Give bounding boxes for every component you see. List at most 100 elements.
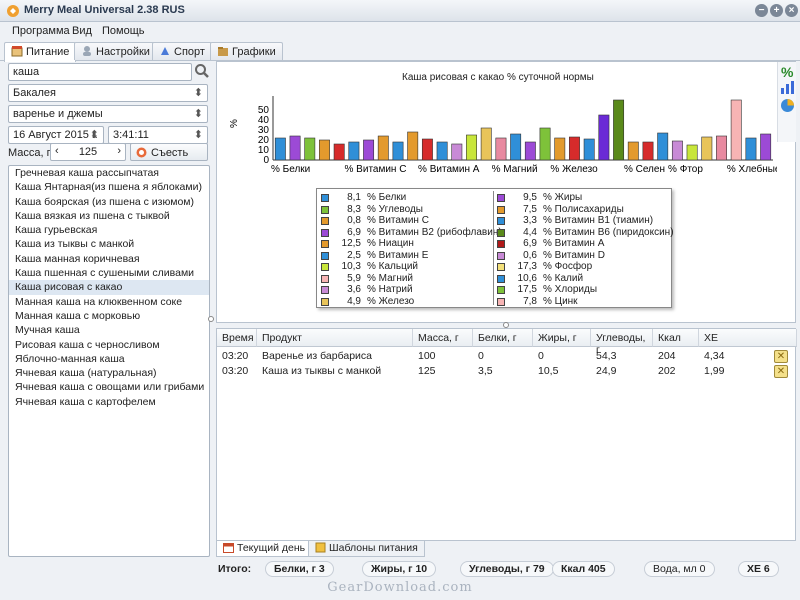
table-row[interactable]: 03:20 Варенье из барбариса 100 0 0 54,3 204 4,3… bbox=[217, 349, 795, 364]
watermark: GearDownload.com bbox=[0, 580, 800, 600]
chart-bar bbox=[289, 135, 301, 161]
decrement-icon[interactable]: ‹ bbox=[55, 145, 59, 157]
x-tick-label: % Фтор bbox=[668, 164, 703, 175]
food-list-item[interactable]: Каша из тыквы с манкой bbox=[9, 237, 209, 251]
column-header[interactable]: Углеводы, г bbox=[591, 329, 653, 356]
total-xe: ХЕ 6 bbox=[738, 561, 779, 577]
eat-icon bbox=[136, 147, 147, 158]
subcategory-select[interactable]: варенье и джемы bbox=[8, 105, 208, 123]
x-tick-label: % Витамин С bbox=[345, 164, 407, 175]
column-header[interactable]: ХЕ bbox=[699, 329, 797, 347]
charts-icon bbox=[218, 47, 228, 56]
column-header[interactable]: Время bbox=[217, 329, 257, 347]
date-picker[interactable]: 16 Август 2015 г. bbox=[8, 126, 104, 144]
table-row[interactable]: 03:20 Каша из тыквы с манкой 125 3,5 10,5 24,… bbox=[217, 364, 795, 379]
food-list-item[interactable]: Каша пшенная с сушеными сливами bbox=[9, 266, 209, 280]
vertical-splitter-handle[interactable] bbox=[208, 316, 214, 322]
tab-charts[interactable]: Графики bbox=[210, 42, 283, 60]
legend-label: % Хлориды bbox=[543, 284, 598, 295]
food-list-item[interactable]: Каша боярская (из пшена с изюмом) bbox=[9, 195, 209, 209]
table-cell: 125 bbox=[418, 365, 436, 377]
template-icon bbox=[315, 542, 326, 553]
food-list-item[interactable]: Каша гурьевская bbox=[9, 223, 209, 237]
legend-swatch bbox=[321, 240, 329, 248]
legend-swatch bbox=[497, 274, 505, 283]
legend-label: % Калий bbox=[543, 272, 584, 284]
search-icon[interactable] bbox=[194, 63, 210, 79]
mass-label: Масса, г bbox=[8, 147, 51, 159]
food-list-item[interactable]: Каша рисовая с какао bbox=[9, 280, 209, 295]
column-header[interactable]: Белки, г bbox=[473, 329, 533, 347]
food-list-item[interactable]: Рисовая каша с черносливом bbox=[9, 338, 209, 352]
food-list-item[interactable]: Яблочно-манная каша bbox=[9, 352, 209, 366]
chart-bar bbox=[524, 141, 536, 161]
delete-row-icon[interactable]: ✕ bbox=[774, 365, 788, 378]
chart-bar bbox=[377, 135, 389, 161]
tab-sport[interactable]: Спорт bbox=[152, 42, 212, 60]
time-picker[interactable]: 3:41:11 bbox=[108, 126, 208, 144]
legend-label: % Фосфор bbox=[543, 261, 593, 272]
legend-label: % Железо bbox=[367, 295, 415, 307]
legend-label: % Витамин Е bbox=[367, 249, 429, 261]
chart-bar bbox=[554, 137, 566, 161]
food-search-panel: каша Бакалея варенье и джемы 16 Август 2… bbox=[4, 61, 210, 582]
tab-meal-templates[interactable]: Шаблоны питания bbox=[308, 541, 425, 557]
legend-value: 2,5 bbox=[347, 249, 361, 261]
legend-label: % Ниацин bbox=[367, 238, 414, 249]
table-cell: 24,9 bbox=[596, 365, 617, 377]
food-list-item[interactable]: Ячневая каша (натуральная) bbox=[9, 366, 209, 380]
legend-value: 0,6 bbox=[523, 249, 537, 261]
food-list[interactable]: Гречневая каша рассыпчатая Каша Янтарная(… bbox=[8, 165, 210, 557]
food-list-item[interactable]: Манная каша с морковью bbox=[9, 309, 209, 323]
column-header[interactable]: Ккал bbox=[653, 329, 699, 347]
tab-current-day[interactable]: Текущий день bbox=[216, 541, 313, 557]
delete-row-icon[interactable]: ✕ bbox=[774, 350, 788, 363]
food-list-item[interactable]: Ячневая каша с овощами или грибами bbox=[9, 380, 209, 394]
food-list-item[interactable]: Гречневая каша рассыпчатая bbox=[9, 166, 209, 180]
close-icon[interactable]: × bbox=[785, 4, 798, 17]
tab-settings[interactable]: Настройки bbox=[74, 42, 157, 60]
food-list-item[interactable]: Ячневая каша с картофелем bbox=[9, 395, 209, 409]
total-kcal: Ккал 405 bbox=[552, 561, 615, 577]
pie-chart-icon[interactable] bbox=[780, 98, 795, 113]
food-list-item[interactable]: Каша Янтарная(из пшена я яблоками) bbox=[9, 180, 209, 194]
bar-chart-icon[interactable] bbox=[780, 80, 795, 95]
legend-value: 12,5 bbox=[341, 238, 361, 249]
food-list-item[interactable]: Мучная каша bbox=[9, 323, 209, 337]
y-tick-label: 20 bbox=[258, 135, 270, 146]
percent-icon[interactable]: % bbox=[781, 64, 793, 80]
chart-bar bbox=[348, 141, 360, 161]
chart-bar bbox=[730, 99, 742, 161]
menu-view[interactable]: Вид bbox=[72, 25, 92, 37]
column-header[interactable]: Масса, г bbox=[413, 329, 473, 347]
food-list-item[interactable]: Каша манная коричневая bbox=[9, 252, 209, 266]
category-select[interactable]: Бакалея bbox=[8, 84, 208, 102]
search-input[interactable]: каша bbox=[8, 63, 192, 81]
mass-stepper[interactable]: ‹ 125 › bbox=[50, 143, 126, 161]
x-tick-label: % Селен bbox=[624, 164, 665, 175]
menu-help[interactable]: Помощь bbox=[102, 25, 145, 37]
total-water: Вода, мл 0 bbox=[644, 561, 715, 577]
legend-value: 7,8 bbox=[523, 295, 537, 307]
legend-label: % Цинк bbox=[543, 295, 578, 307]
table-cell: 3,5 bbox=[478, 365, 493, 377]
minimize-icon[interactable]: − bbox=[755, 4, 768, 17]
food-list-item[interactable]: Манная каша на клюквенном соке bbox=[9, 295, 209, 309]
chart-bar bbox=[583, 138, 595, 161]
column-header[interactable]: Продукт bbox=[257, 329, 413, 347]
tab-nutrition[interactable]: Питание bbox=[4, 42, 77, 62]
chart-bar bbox=[421, 138, 433, 161]
legend-value: 7,5 bbox=[523, 203, 537, 215]
menu-program[interactable]: Программа bbox=[12, 25, 70, 37]
menu-bar: Программа Вид Помощь bbox=[0, 23, 800, 40]
maximize-icon[interactable]: + bbox=[770, 4, 783, 17]
total-fat: Жиры, г 10 bbox=[362, 561, 437, 577]
eat-button[interactable]: Съесть bbox=[130, 143, 208, 161]
legend-swatch bbox=[497, 217, 505, 225]
chart-bar bbox=[392, 141, 404, 161]
increment-icon[interactable]: › bbox=[117, 145, 121, 157]
table-cell: Варенье из барбариса bbox=[262, 350, 373, 362]
food-list-item[interactable]: Каша вязкая из пшена с тыквой bbox=[9, 209, 209, 223]
column-header[interactable]: Жиры, г bbox=[533, 329, 591, 347]
legend-swatch bbox=[497, 240, 505, 248]
